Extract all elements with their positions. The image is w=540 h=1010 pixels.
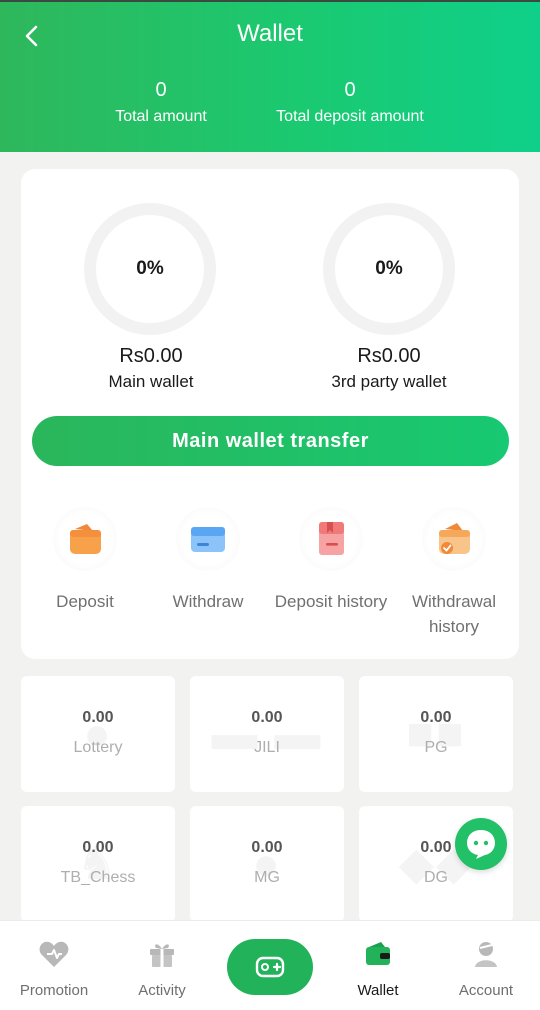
game-name: TB_Chess	[60, 869, 136, 886]
gamepad-icon	[255, 956, 285, 978]
withdraw-label: Withdraw	[172, 592, 244, 611]
game-name: PG	[424, 739, 448, 756]
game-balance: 0.00	[82, 709, 114, 726]
third-party-wallet-amount: Rs0.00	[357, 345, 421, 367]
chat-icon	[467, 830, 495, 859]
deposit-action[interactable]: Deposit	[25, 507, 145, 614]
deposit-history-action[interactable]: Deposit history	[271, 507, 391, 614]
user-icon	[475, 942, 497, 967]
gift-icon	[150, 944, 174, 967]
third-party-wallet-label: 3rd party wallet	[331, 372, 447, 391]
game-name: Lottery	[73, 739, 123, 756]
withdrawal-history-icon-wrap	[422, 507, 486, 571]
game-name: MG	[254, 869, 280, 886]
wallet-icon	[70, 524, 101, 554]
deposit-history-label: Deposit history	[274, 592, 388, 611]
card-icon	[191, 527, 225, 552]
game-name: DG	[424, 869, 448, 886]
wallet-header: Wallet 0 Total amount 0 Total deposit am…	[0, 0, 540, 152]
main-wallet-transfer-button[interactable]: Main wallet transfer	[32, 416, 509, 466]
page-title: Wallet	[237, 20, 303, 47]
game-balance: 0.00	[251, 709, 283, 726]
game-balance: 0.00	[82, 839, 114, 856]
main-wallet-amount: Rs0.00	[119, 345, 183, 367]
deposit-icon-wrap	[53, 507, 117, 571]
tab-games[interactable]	[227, 939, 313, 995]
total-amount-value: 0	[155, 79, 167, 101]
wallet-summary-card: 0% 0% Rs0.00 Main wallet Rs0.00 3rd part…	[21, 169, 519, 659]
tab-label: Wallet	[357, 982, 399, 999]
total-amount-stat: 0 Total amount	[91, 78, 231, 126]
customer-service-button[interactable]	[455, 818, 507, 870]
total-amount-label: Total amount	[115, 108, 207, 125]
main-wallet-label: Main wallet	[108, 372, 194, 391]
withdraw-action[interactable]: Withdraw	[148, 507, 268, 614]
third-party-wallet-ring: 0%	[323, 203, 455, 335]
tab-label: Account	[458, 982, 514, 999]
game-name: JILI	[254, 739, 280, 756]
tab-activity[interactable]: Activity	[112, 939, 212, 999]
total-deposit-stat: 0 Total deposit amount	[260, 78, 440, 126]
game-tile-mg[interactable]: ● 0.00 MG	[190, 806, 344, 922]
wallet-icon	[366, 942, 390, 965]
game-balance: 0.00	[420, 709, 452, 726]
tab-label: Promotion	[19, 982, 89, 999]
heart-icon	[39, 941, 69, 967]
withdraw-icon-wrap	[176, 507, 240, 571]
receipt-icon	[319, 522, 344, 555]
tab-account[interactable]: Account	[436, 939, 536, 999]
game-tile-pg[interactable]: ■■ 0.00 PG	[359, 676, 513, 792]
main-wallet-percent: 0%	[136, 258, 164, 279]
wallet-check-icon	[439, 523, 470, 554]
main-wallet-ring: 0%	[84, 203, 216, 335]
tab-promotion[interactable]: Promotion	[4, 939, 104, 999]
deposit-history-icon-wrap	[299, 507, 363, 571]
game-tile-tb-chess[interactable]: ♞ 0.00 TB_Chess	[21, 806, 175, 922]
tab-label: Activity	[138, 982, 186, 999]
bottom-tab-bar: Promotion Activity Wallet Account	[0, 920, 540, 1010]
deposit-label: Deposit	[56, 592, 114, 611]
game-balance: 0.00	[251, 839, 283, 856]
total-deposit-value: 0	[344, 79, 356, 101]
total-deposit-label: Total deposit amount	[276, 108, 424, 125]
game-tile-lottery[interactable]: ● 0.00 Lottery	[21, 676, 175, 792]
game-tile-jili[interactable]: ▬ ▬ 0.00 JILI	[190, 676, 344, 792]
third-party-wallet-percent: 0%	[375, 258, 403, 279]
withdrawal-history-action[interactable]: Withdrawal history	[394, 507, 514, 639]
withdrawal-history-label: Withdrawal history	[411, 592, 497, 636]
tab-wallet[interactable]: Wallet	[328, 939, 428, 999]
